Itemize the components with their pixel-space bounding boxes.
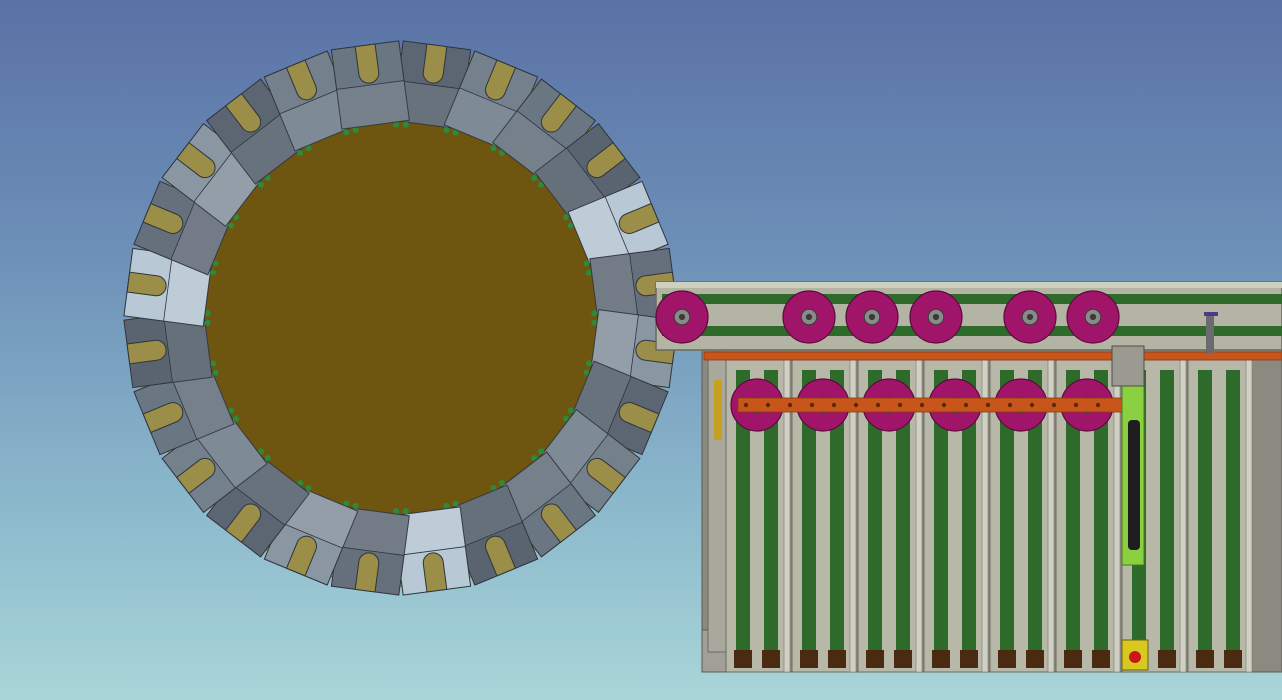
lane-end-stop (1064, 650, 1082, 668)
bolt-icon (743, 402, 749, 408)
cross-bar-pusher (737, 397, 1124, 413)
transfer-belt-rail (656, 282, 1282, 288)
drive-bracket (1111, 345, 1145, 387)
conveyor-assembly[interactable] (655, 281, 1282, 673)
bolt-icon (787, 402, 793, 408)
bolt-icon (765, 402, 771, 408)
lane-end-stop (734, 650, 752, 668)
roller-icon (1066, 290, 1120, 344)
lane-end-stop (1196, 650, 1214, 668)
lane-divider (1245, 359, 1253, 673)
roller-icon (782, 290, 836, 344)
roller-icon (909, 290, 963, 344)
bolt-icon (897, 402, 903, 408)
lane-divider (1179, 359, 1187, 673)
lane-end-stop (1158, 650, 1176, 668)
cad-viewport[interactable] (0, 0, 1282, 700)
lane-belt-right (1226, 370, 1240, 668)
bolt-icon (1095, 402, 1101, 408)
bolt-icon (875, 402, 881, 408)
cross-bar-upper (703, 351, 1282, 361)
lane-belt-left (1198, 370, 1212, 668)
bolt-icon (1007, 402, 1013, 408)
lane-end-stop (960, 650, 978, 668)
estop-button-icon[interactable] (1129, 651, 1141, 663)
bolt-icon (831, 402, 837, 408)
conveyor-lane (1187, 359, 1253, 673)
pocket-nest (330, 40, 410, 136)
bolt-icon (1029, 402, 1035, 408)
frame-side-bracket (714, 380, 722, 440)
lane-end-stop (894, 650, 912, 668)
roller-icon (845, 290, 899, 344)
transfer-belt-stripe-bottom (662, 326, 1282, 336)
lane-end-stop (762, 650, 780, 668)
bolt-icon (941, 402, 947, 408)
sensor-head-icon (1204, 312, 1218, 316)
bolt-icon (985, 402, 991, 408)
roller-icon (655, 290, 709, 344)
turntable-disc (203, 120, 599, 516)
lane-end-stop (998, 650, 1016, 668)
sensor-post (1206, 314, 1214, 354)
roller-icon (1003, 290, 1057, 344)
bolt-icon (919, 402, 925, 408)
drive-chain (1128, 420, 1140, 550)
bolt-icon (963, 402, 969, 408)
lane-end-stop (932, 650, 950, 668)
cad-scene (0, 0, 1282, 700)
lane-end-stop (828, 650, 846, 668)
transfer-belt-stripe-top (662, 294, 1282, 304)
bolt-icon (1051, 402, 1057, 408)
lane-end-stop (1026, 650, 1044, 668)
transfer-belt-frame (655, 281, 1282, 351)
lane-end-stop (800, 650, 818, 668)
bolt-icon (809, 402, 815, 408)
bolt-icon (1073, 402, 1079, 408)
lane-end-stop (1092, 650, 1110, 668)
bolt-icon (853, 402, 859, 408)
lane-end-stop (1224, 650, 1242, 668)
lane-end-stop (866, 650, 884, 668)
lane-belt-right (1160, 370, 1174, 668)
lane-frame (1187, 359, 1251, 673)
